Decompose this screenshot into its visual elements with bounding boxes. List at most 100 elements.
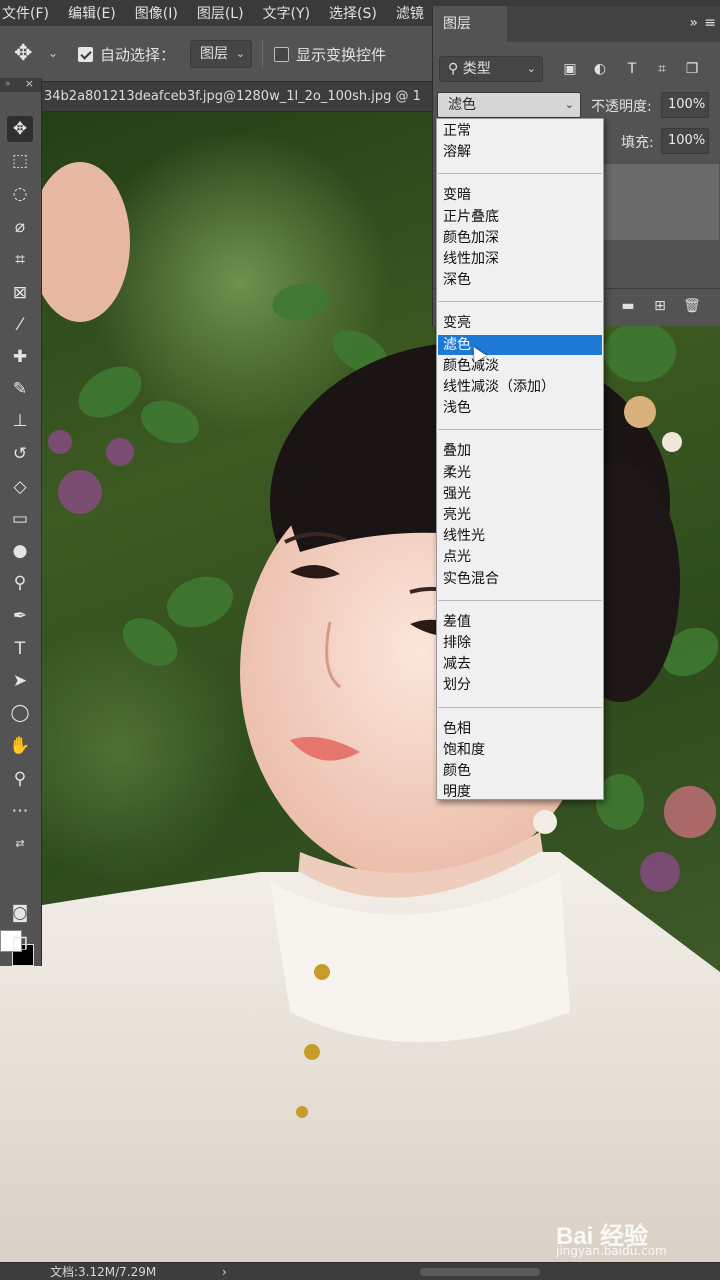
chevron-down-icon: ⌄ <box>235 47 245 60</box>
delete-layer-icon[interactable]: 🗑 <box>683 297 701 315</box>
show-transform-checkbox[interactable] <box>274 47 289 62</box>
quick-mask-icon[interactable]: ◙ <box>7 900 33 926</box>
gradient-tool-icon[interactable]: ▭ <box>7 506 33 532</box>
chevron-right-icon[interactable]: › <box>222 1263 227 1280</box>
collapse-icon[interactable]: » <box>689 15 698 31</box>
more-tools-icon[interactable]: ⋯ <box>7 798 33 824</box>
show-transform-label: 显示变换控件 <box>296 46 387 64</box>
menu-image[interactable]: 图像(I) <box>135 3 178 23</box>
crop-tool-icon[interactable]: ⌗ <box>7 247 33 273</box>
quick-select-tool-icon[interactable]: ⌀ <box>7 214 33 240</box>
panel-menu-icon[interactable]: ≡ <box>704 15 716 31</box>
blur-tool-icon[interactable]: ● <box>7 538 33 564</box>
blend-option-1-2[interactable]: 颜色加深 <box>438 228 602 248</box>
fill-input[interactable]: 100% <box>661 128 709 154</box>
new-layer-icon[interactable]: ⊞ <box>651 297 669 315</box>
brush-tool-icon[interactable]: ✎ <box>7 376 33 402</box>
document-tab[interactable]: 34b2a801213deafceb3f.jpg@1280w_1l_2o_100… <box>0 82 432 112</box>
screen-mode-icon[interactable]: ❐ <box>7 932 33 958</box>
blend-option-1-4[interactable]: 深色 <box>438 270 602 290</box>
dropdown-divider <box>438 706 602 708</box>
blend-option-3-0[interactable]: 叠加 <box>438 441 602 461</box>
chevron-down-icon: ⌄ <box>564 98 574 111</box>
opacity-input[interactable]: 100% <box>661 92 709 118</box>
auto-select-checkbox[interactable] <box>78 47 93 62</box>
move-tool-icon[interactable]: ✥ <box>14 42 38 66</box>
blend-option-0-1[interactable]: 溶解 <box>438 142 602 162</box>
dodge-tool-icon[interactable]: ⚲ <box>7 570 33 596</box>
blend-option-1-0[interactable]: 变暗 <box>438 185 602 205</box>
blend-option-3-5[interactable]: 点光 <box>438 547 602 567</box>
blend-option-5-2[interactable]: 颜色 <box>438 761 602 781</box>
layers-panel-header: 图层 » ≡ <box>433 6 720 42</box>
blend-option-4-3[interactable]: 划分 <box>438 675 602 695</box>
eraser-tool-icon[interactable]: ◇ <box>7 474 33 500</box>
new-group-icon[interactable]: ▬ <box>619 297 637 315</box>
menu-filter[interactable]: 滤镜 <box>396 3 424 23</box>
type-tool-icon[interactable]: T <box>7 636 33 662</box>
ellipse-tool-icon[interactable]: ◯ <box>7 700 33 726</box>
hand-tool-icon[interactable]: ✋ <box>7 733 33 759</box>
blend-option-2-2[interactable]: 颜色减淡 <box>438 356 602 376</box>
layer-filter-select[interactable]: ⚲ 类型 ⌄ <box>439 56 543 82</box>
blend-option-4-0[interactable]: 差值 <box>438 612 602 632</box>
lasso-tool-icon[interactable]: ◌ <box>7 181 33 207</box>
blend-option-1-3[interactable]: 线性加深 <box>438 249 602 269</box>
grip-icon[interactable]: » <box>5 79 12 89</box>
blend-option-5-1[interactable]: 饱和度 <box>438 740 602 760</box>
blend-option-4-2[interactable]: 减去 <box>438 654 602 674</box>
blend-mode-select[interactable]: 滤色 ⌄ <box>437 92 581 118</box>
marquee-tool-icon[interactable]: ⬚ <box>7 148 33 174</box>
tab-layers[interactable]: 图层 <box>433 6 507 42</box>
document-tab-title: 34b2a801213deafceb3f.jpg@1280w_1l_2o_100… <box>44 89 421 104</box>
close-icon[interactable]: × <box>25 77 34 90</box>
blend-option-4-1[interactable]: 排除 <box>438 633 602 653</box>
history-brush-icon[interactable]: ↺ <box>7 441 33 467</box>
blend-option-1-1[interactable]: 正片叠底 <box>438 207 602 227</box>
menu-select[interactable]: 选择(S) <box>329 3 377 23</box>
search-icon: ⚲ <box>448 61 463 77</box>
menu-type[interactable]: 文字(Y) <box>263 3 310 23</box>
dropdown-divider <box>438 429 602 431</box>
clone-stamp-icon[interactable]: ⊥ <box>7 408 33 434</box>
blend-option-2-0[interactable]: 变亮 <box>438 313 602 333</box>
horizontal-scrollbar[interactable] <box>420 1268 540 1276</box>
auto-select-target-select[interactable]: 图层 ⌄ <box>190 40 252 68</box>
blend-option-3-1[interactable]: 柔光 <box>438 463 602 483</box>
blend-option-2-4[interactable]: 浅色 <box>438 398 602 418</box>
blend-option-2-3[interactable]: 线性减淡（添加） <box>438 377 602 397</box>
menu-layer[interactable]: 图层(L) <box>197 3 244 23</box>
menu-edit[interactable]: 编辑(E) <box>68 3 116 23</box>
menu-file[interactable]: 文件(F) <box>2 3 49 23</box>
filter-type-icon[interactable]: T <box>623 60 641 78</box>
filter-smart-object-icon[interactable]: ❐ <box>683 60 701 78</box>
swap-colors-icon[interactable]: ⇄ <box>7 830 33 856</box>
tools-panel-header[interactable]: » × <box>0 77 41 92</box>
filter-pixel-icon[interactable]: ▣ <box>561 60 579 78</box>
frame-tool-icon[interactable]: ⊠ <box>7 280 33 306</box>
healing-brush-icon[interactable]: ✚ <box>7 344 33 370</box>
blend-mode-dropdown: 正常 溶解变暗 正片叠底 颜色加深 线性加深 深色变亮 滤色 颜色减淡 线性减淡（添加） 浅色叠加… <box>436 118 604 800</box>
eyedropper-tool-icon[interactable]: ⁄ <box>7 312 33 338</box>
tools-panel: » × ✥ ⬚ ◌ ⌀ ⌗ ⊠ ⁄ ✚ ✎ ⊥ ↺ ◇ ▭ ● ⚲ ✒ T ➤ … <box>0 77 42 966</box>
blend-option-5-3[interactable]: 明度 <box>438 782 602 802</box>
filter-shape-icon[interactable]: ⌗ <box>653 60 671 78</box>
blend-option-3-6[interactable]: 实色混合 <box>438 569 602 589</box>
dropdown-divider <box>438 599 602 601</box>
move-tool-icon[interactable]: ✥ <box>7 116 33 142</box>
blend-option-2-1[interactable]: 滤色 <box>438 334 602 355</box>
blend-option-3-2[interactable]: 强光 <box>438 484 602 504</box>
auto-select-label: 自动选择： <box>100 46 176 64</box>
blend-option-3-4[interactable]: 线性光 <box>438 526 602 546</box>
tool-preset-chevron-down-icon[interactable]: ⌄ <box>48 46 58 60</box>
pen-tool-icon[interactable]: ✒ <box>7 603 33 629</box>
blend-option-5-0[interactable]: 色相 <box>438 719 602 739</box>
path-select-icon[interactable]: ➤ <box>7 668 33 694</box>
zoom-tool-icon[interactable]: ⚲ <box>7 766 33 792</box>
dropdown-divider <box>438 301 602 303</box>
layer-row[interactable] <box>603 164 719 240</box>
blend-option-0-0[interactable]: 正常 <box>438 121 602 141</box>
blend-option-3-3[interactable]: 亮光 <box>438 505 602 525</box>
watermark: Bai 经验 jingyan.baidu.com <box>556 1216 716 1260</box>
filter-adjustment-icon[interactable]: ◐ <box>591 60 609 78</box>
